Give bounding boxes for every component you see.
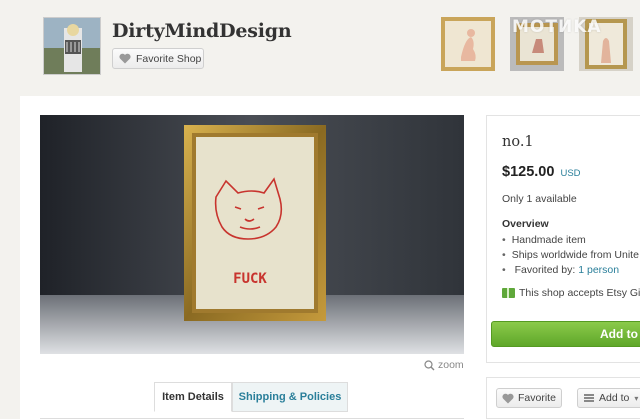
listing-price: $125.00 USD [502, 164, 581, 180]
favorite-shop-button[interactable]: Favorite Shop [112, 48, 204, 69]
dropdown-arrow-icon: ▾ [634, 393, 639, 403]
favorite-item-button[interactable]: Favorite [496, 388, 562, 408]
favorited-by-link[interactable]: 1 person [578, 264, 619, 276]
zoom-label: zoom [438, 359, 464, 371]
overview-item: Handmade item [502, 233, 639, 248]
price-currency: USD [560, 168, 581, 179]
listing-tabs: Item Details Shipping & Policies [40, 382, 464, 419]
add-to-label: Add to [599, 392, 630, 404]
heart-icon [502, 393, 514, 403]
zoom-icon [424, 359, 435, 370]
gift-card-text: This shop accepts Etsy Gi [519, 287, 640, 299]
listing-title: no.1 [502, 134, 534, 150]
overview-item-favorited: Favorited by: 1 person [502, 263, 639, 278]
listing-photo[interactable]: FUCK [40, 115, 464, 354]
add-to-cart-button[interactable]: Add to c [491, 321, 640, 347]
overview-heading: Overview [502, 218, 549, 230]
tab-item-details[interactable]: Item Details [154, 382, 232, 412]
availability-text: Only 1 available [502, 193, 577, 205]
heart-icon [119, 53, 131, 64]
list-icon [584, 394, 594, 402]
embroidered-text: FUCK [233, 271, 267, 287]
price-value: $125.00 [502, 164, 555, 180]
gift-card-icon [502, 288, 515, 298]
shop-avatar[interactable] [43, 17, 101, 75]
zoom-button[interactable]: zoom [424, 359, 464, 371]
watermark: MOTИKA [512, 17, 602, 37]
shop-item-thumbnail[interactable] [441, 17, 495, 71]
shop-header: DirtyMindDesign Favorite Shop MOTИKA [0, 0, 640, 92]
gift-card-notice: This shop accepts Etsy Gi [502, 287, 640, 299]
add-to-list-button[interactable]: Add to ▾ [577, 388, 640, 408]
favorited-by-label: Favorited by: [514, 264, 576, 276]
shop-name[interactable]: DirtyMindDesign [112, 20, 292, 42]
favorite-item-label: Favorite [518, 392, 556, 404]
overview-item: Ships worldwide from Unite [502, 248, 639, 263]
overview-list: Handmade item Ships worldwide from Unite… [502, 233, 639, 278]
favorite-shop-label: Favorite Shop [136, 52, 202, 65]
tab-shipping-policies[interactable]: Shipping & Policies [232, 382, 348, 412]
